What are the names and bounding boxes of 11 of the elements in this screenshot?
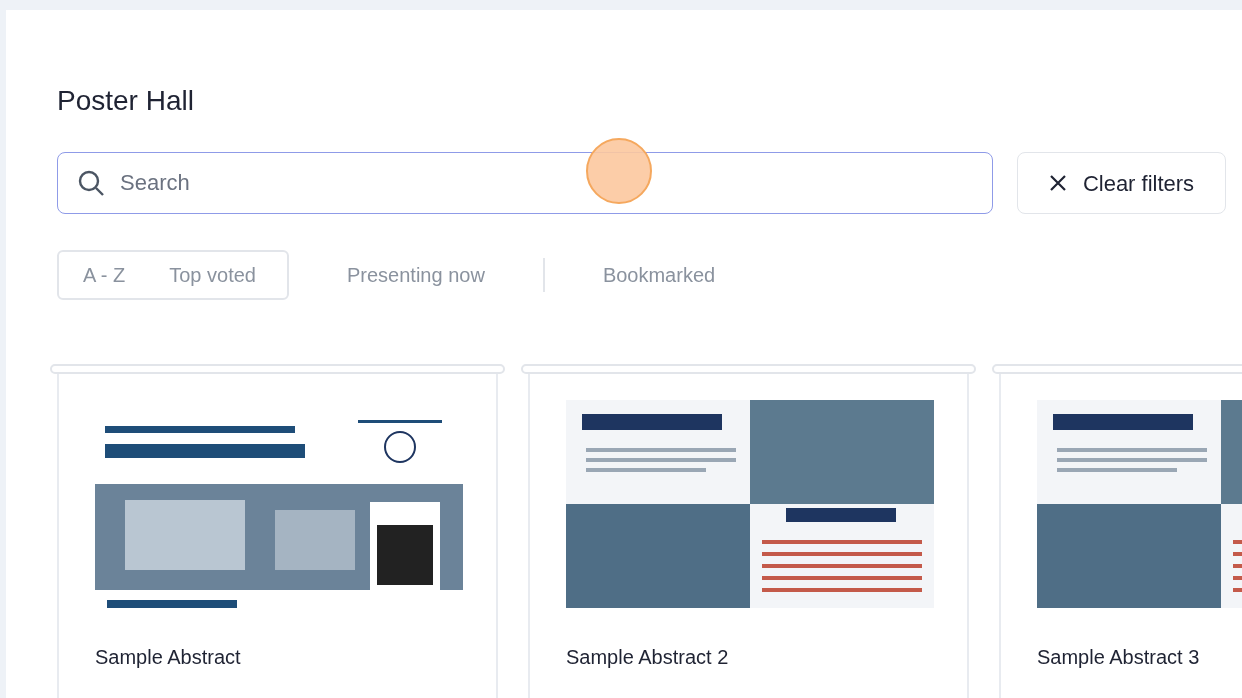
poster-title: Sample Abstract 3 <box>1037 645 1201 670</box>
page-title: Poster Hall <box>57 84 194 118</box>
clear-filters-button[interactable]: Clear filters <box>1017 152 1226 214</box>
poster-card[interactable]: Sample Abstract <box>57 374 498 698</box>
poster-title: Sample Abstract 2 <box>566 645 730 670</box>
poster-card[interactable]: Sample Abstract 3 <box>999 374 1242 698</box>
search-icon <box>77 169 105 197</box>
close-icon <box>1048 174 1067 192</box>
poster-card[interactable]: Sample Abstract 2 <box>528 374 969 698</box>
poster-title: Sample Abstract <box>95 645 242 670</box>
search-field[interactable]: Search <box>57 152 993 214</box>
